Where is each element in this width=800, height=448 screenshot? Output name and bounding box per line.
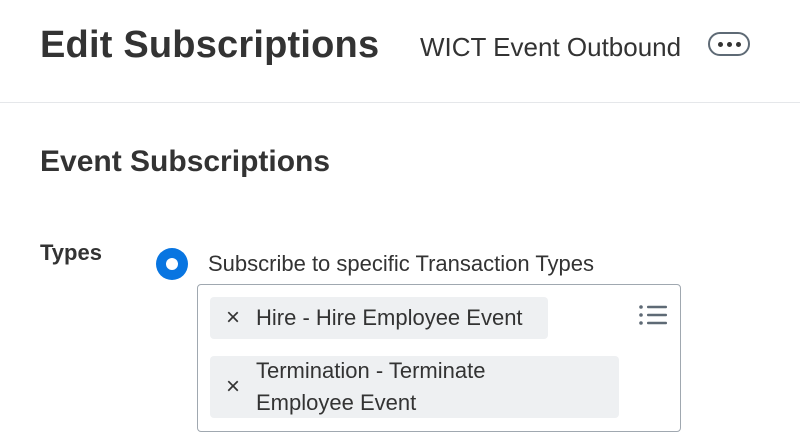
page-title: Edit Subscriptions bbox=[40, 24, 380, 66]
transaction-types-multiselect[interactable]: × Hire - Hire Employee Event × Terminati… bbox=[197, 284, 681, 432]
selected-item-label: Hire - Hire Employee Event bbox=[256, 305, 523, 330]
list-icon[interactable] bbox=[638, 303, 668, 327]
more-horizontal-icon-dot bbox=[735, 41, 741, 47]
related-actions-button[interactable] bbox=[708, 32, 750, 56]
selected-item-pill: × Termination - Terminate Employee Event bbox=[210, 356, 619, 418]
radio-label: Subscribe to specific Transaction Types bbox=[208, 251, 595, 276]
radio-selected-icon[interactable] bbox=[156, 248, 188, 280]
radio-option-specific-types[interactable]: Subscribe to specific Transaction Types bbox=[156, 248, 594, 280]
object-name[interactable]: WICT Event Outbound bbox=[420, 32, 681, 63]
selected-item-pill: × Hire - Hire Employee Event bbox=[210, 297, 548, 339]
more-horizontal-icon-dot bbox=[726, 41, 732, 47]
remove-icon[interactable]: × bbox=[210, 375, 256, 399]
more-horizontal-icon bbox=[717, 41, 723, 47]
selected-item-label: Termination - Terminate Employee Event bbox=[256, 358, 486, 415]
page-header: Edit Subscriptions WICT Event Outbound bbox=[0, 0, 800, 103]
types-label: Types bbox=[40, 240, 102, 265]
section-title: Event Subscriptions bbox=[40, 145, 331, 178]
remove-icon[interactable]: × bbox=[210, 306, 256, 330]
